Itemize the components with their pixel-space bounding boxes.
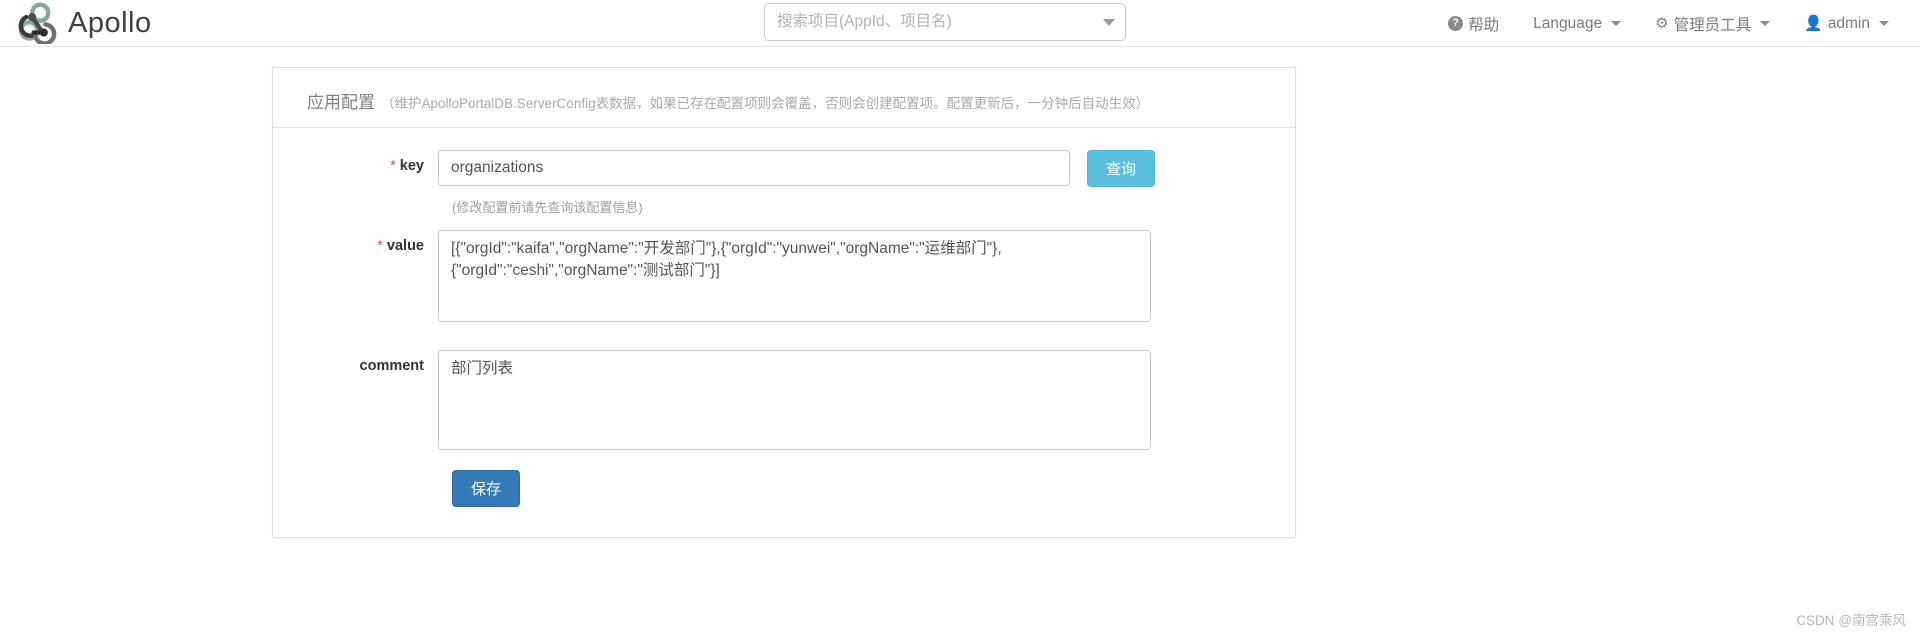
nav-item-user[interactable]: 👤 admin bbox=[1787, 0, 1906, 47]
top-navbar: Apollo ? 帮助 Language ⚙ 管理员工具 👤 admin bbox=[0, 0, 1920, 47]
page-body: 应用配置 （维护ApolloPortalDB.ServerConfig表数据，如… bbox=[0, 47, 1920, 636]
key-label-text: key bbox=[399, 158, 424, 174]
search-input[interactable] bbox=[775, 12, 1097, 32]
server-config-form: * key 查询 (修改配置前请先查询该配置信息) * value [{"org… bbox=[273, 128, 1295, 537]
required-marker: * bbox=[377, 238, 383, 254]
watermark-text: CSDN @南宫乘风 bbox=[1796, 613, 1906, 628]
panel-description: （维护ApolloPortalDB.ServerConfig表数据，如果已存在配… bbox=[381, 96, 1150, 111]
nav-item-admin-tools[interactable]: ⚙ 管理员工具 bbox=[1638, 0, 1787, 47]
nav-item-language-label: Language bbox=[1533, 14, 1603, 32]
nav-item-help-label: 帮助 bbox=[1468, 16, 1500, 34]
nav-item-admin-tools-label: 管理员工具 bbox=[1673, 16, 1752, 34]
question-circle-icon: ? bbox=[1448, 16, 1464, 31]
project-search-box[interactable] bbox=[764, 3, 1126, 41]
chevron-down-icon[interactable] bbox=[1103, 18, 1115, 26]
key-label: * key bbox=[273, 150, 438, 174]
nav-item-user-label: admin bbox=[1827, 14, 1870, 32]
brand-home-link[interactable]: Apollo bbox=[0, 0, 152, 47]
navbar-right-menu: ? 帮助 Language ⚙ 管理员工具 👤 admin bbox=[1431, 0, 1906, 47]
key-hint-text: (修改配置前请先查询该配置信息) bbox=[452, 200, 643, 215]
comment-label-text: comment bbox=[359, 358, 424, 374]
panel-header: 应用配置 （维护ApolloPortalDB.ServerConfig表数据，如… bbox=[273, 68, 1295, 128]
brand-title: Apollo bbox=[68, 6, 152, 39]
form-row-key: * key 查询 bbox=[273, 150, 1295, 187]
form-row-comment: comment 部门列表 bbox=[273, 350, 1295, 450]
value-label-text: value bbox=[386, 238, 424, 254]
value-label: * value bbox=[273, 230, 438, 254]
chevron-down-icon bbox=[1760, 21, 1771, 26]
key-input[interactable] bbox=[438, 150, 1070, 186]
save-button[interactable]: 保存 bbox=[452, 470, 521, 507]
value-textarea[interactable]: [{"orgId":"kaifa","orgName":"开发部门"},{"or… bbox=[438, 230, 1151, 322]
gear-icon: ⚙ bbox=[1655, 15, 1669, 32]
apollo-logo-icon bbox=[16, 2, 60, 44]
nav-item-language[interactable]: Language bbox=[1516, 0, 1638, 47]
query-button[interactable]: 查询 bbox=[1087, 150, 1156, 187]
required-marker: * bbox=[390, 158, 396, 174]
user-icon: 👤 bbox=[1804, 15, 1823, 32]
comment-textarea[interactable]: 部门列表 bbox=[438, 350, 1151, 450]
nav-item-help[interactable]: ? 帮助 bbox=[1431, 0, 1516, 47]
comment-label: comment bbox=[273, 350, 438, 374]
page-title: 应用配置 bbox=[307, 93, 375, 112]
chevron-down-icon bbox=[1611, 21, 1622, 26]
chevron-down-icon bbox=[1879, 21, 1889, 26]
form-row-value: * value [{"orgId":"kaifa","orgName":"开发部… bbox=[273, 230, 1295, 322]
app-config-panel: 应用配置 （维护ApolloPortalDB.ServerConfig表数据，如… bbox=[272, 67, 1296, 538]
